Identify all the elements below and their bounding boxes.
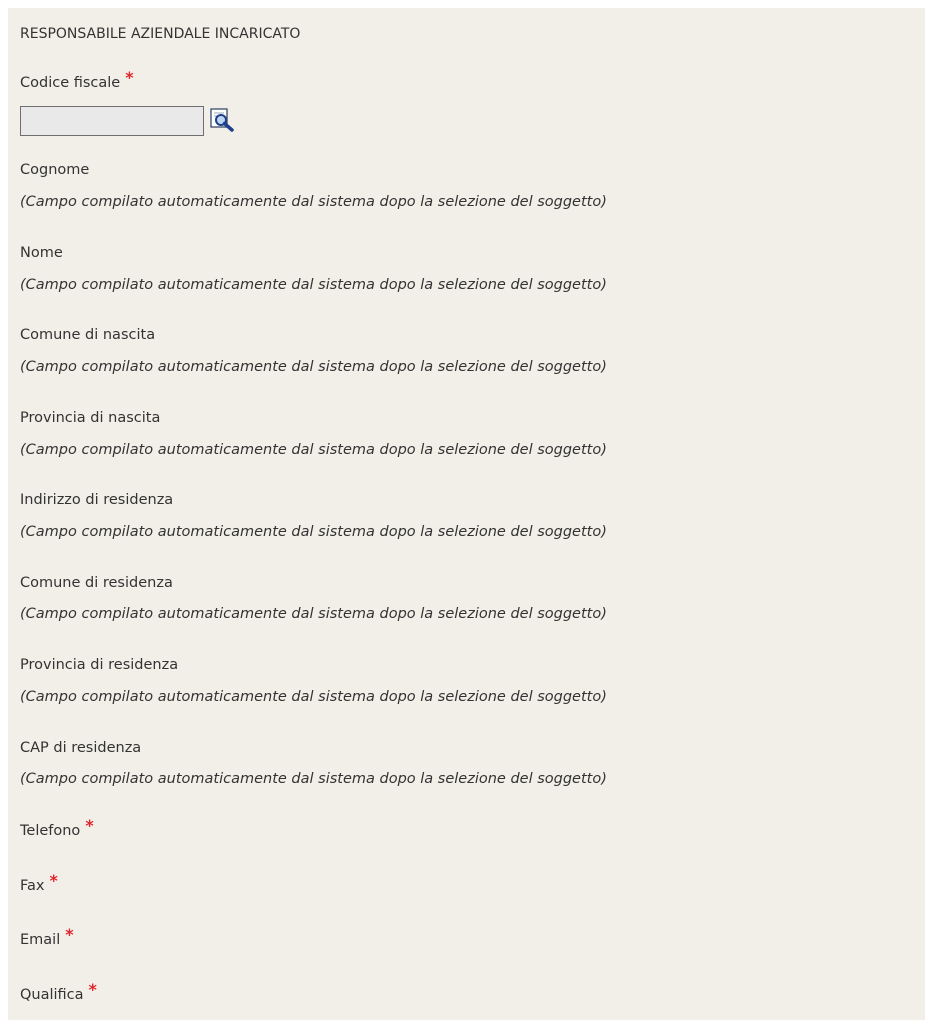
form-panel: RESPONSABILE AZIENDALE INCARICATO Codice… (8, 8, 925, 1020)
qualifica-label-text: Qualifica (20, 987, 84, 1003)
required-asterisk: * (85, 816, 94, 835)
auto-fill-note: (Campo compilato automaticamente dal sis… (20, 524, 607, 540)
field-label-cap-residenza: CAP di residenza (20, 740, 142, 756)
auto-fill-note: (Campo compilato automaticamente dal sis… (20, 606, 607, 622)
required-asterisk: * (125, 68, 134, 87)
auto-fill-note: (Campo compilato automaticamente dal sis… (20, 359, 607, 375)
codice-fiscale-label: Codice fiscale * (20, 68, 134, 91)
field-label-fax: Fax * (20, 871, 58, 894)
auto-fill-note: (Campo compilato automaticamente dal sis… (20, 194, 607, 210)
codice-fiscale-input[interactable] (20, 106, 204, 136)
field-label-provincia-nascita: Provincia di nascita (20, 410, 161, 426)
field-label-provincia-residenza: Provincia di residenza (20, 657, 179, 673)
field-label-indirizzo-residenza: Indirizzo di residenza (20, 492, 174, 508)
field-label-telefono: Telefono * (20, 816, 94, 839)
telefono-label-text: Telefono (20, 823, 81, 839)
email-label-text: Email (20, 932, 61, 948)
auto-fill-note: (Campo compilato automaticamente dal sis… (20, 442, 607, 458)
codice-fiscale-label-text: Codice fiscale (20, 75, 121, 91)
field-label-nome: Nome (20, 245, 63, 261)
field-label-email: Email * (20, 925, 74, 948)
section-title: RESPONSABILE AZIENDALE INCARICATO (20, 26, 301, 42)
required-asterisk: * (65, 925, 74, 944)
field-label-comune-residenza: Comune di residenza (20, 575, 173, 591)
field-label-qualifica: Qualifica * (20, 980, 97, 1003)
search-icon[interactable] (210, 108, 236, 134)
field-label-comune-nascita: Comune di nascita (20, 327, 156, 343)
auto-fill-note: (Campo compilato automaticamente dal sis… (20, 771, 607, 787)
required-asterisk: * (88, 980, 97, 999)
fax-label-text: Fax (20, 878, 45, 894)
auto-fill-note: (Campo compilato automaticamente dal sis… (20, 689, 607, 705)
required-asterisk: * (49, 871, 58, 890)
auto-fill-note: (Campo compilato automaticamente dal sis… (20, 277, 607, 293)
field-label-cognome: Cognome (20, 162, 90, 178)
